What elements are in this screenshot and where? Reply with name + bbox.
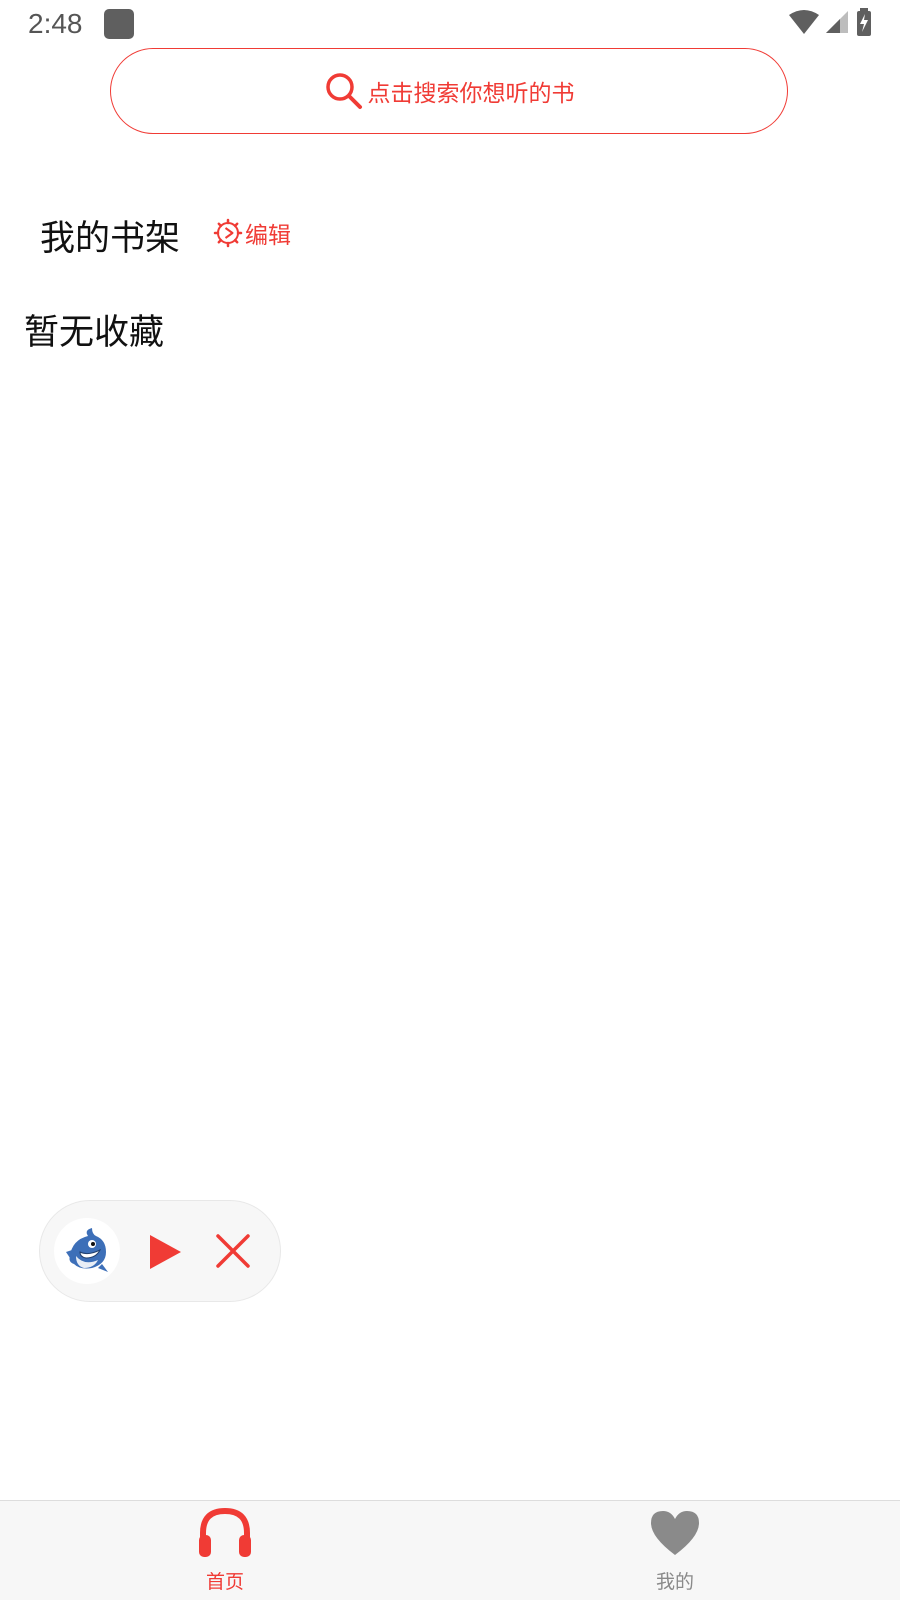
app-screen: 2:48 点击搜索你想听的书 我的书架 编辑 暂无收藏 首页 我的 xyxy=(0,0,900,1600)
shelf-title: 我的书架 xyxy=(40,219,181,259)
play-button[interactable] xyxy=(147,1233,183,1271)
close-player-button[interactable] xyxy=(215,1233,251,1269)
mini-player xyxy=(39,1200,281,1302)
tab-home-label: 首页 xyxy=(205,1571,244,1593)
bottom-nav: 首页 我的 xyxy=(0,1500,900,1600)
heart-icon xyxy=(647,1507,703,1559)
edit-button[interactable]: 编辑 xyxy=(213,216,291,250)
battery-icon xyxy=(854,8,874,40)
wifi-icon xyxy=(788,9,820,39)
play-icon xyxy=(150,1235,181,1269)
signal-icon xyxy=(824,9,850,39)
headphones-icon xyxy=(197,1507,253,1559)
status-time: 2:48 xyxy=(28,8,83,39)
tab-mine-label: 我的 xyxy=(655,1571,694,1593)
edit-label: 编辑 xyxy=(245,223,291,249)
search-input[interactable]: 点击搜索你想听的书 xyxy=(110,48,788,134)
search-icon xyxy=(324,71,364,111)
status-icons xyxy=(788,8,874,40)
status-bar: 2:48 xyxy=(0,0,900,48)
close-icon xyxy=(216,1234,250,1268)
empty-shelf-text: 暂无收藏 xyxy=(24,313,165,353)
tab-mine[interactable]: 我的 xyxy=(450,1501,900,1600)
gear-icon xyxy=(213,218,243,248)
notification-icon xyxy=(104,9,134,39)
search-placeholder: 点击搜索你想听的书 xyxy=(367,81,575,107)
shark-mascot-icon xyxy=(66,1228,108,1272)
mini-player-cover[interactable] xyxy=(54,1218,120,1284)
tab-home[interactable]: 首页 xyxy=(0,1501,450,1600)
